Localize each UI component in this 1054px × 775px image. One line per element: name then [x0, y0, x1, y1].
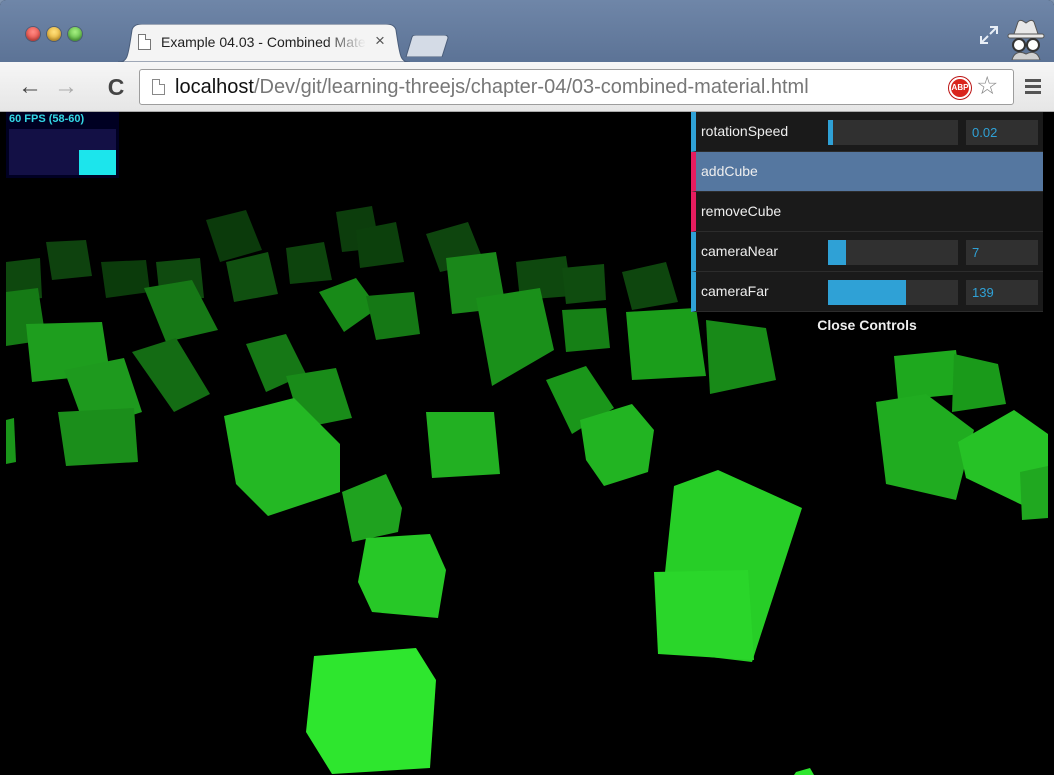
forward-arrow-icon[interactable]: → [52, 74, 80, 100]
fullscreen-icon[interactable] [978, 24, 1000, 46]
maximize-window-button[interactable] [68, 27, 82, 41]
tab-title: Example 04.03 - Combined Material [161, 34, 366, 50]
near-cubes [224, 394, 1048, 775]
rotation-speed-slider[interactable] [828, 120, 958, 145]
rotation-speed-label: rotationSpeed [701, 123, 789, 139]
tab-strip: Example 04.03 - Combined Material × [0, 0, 1054, 62]
camera-far-controller[interactable]: cameraFar 139 [691, 272, 1043, 312]
url-host: localhost [175, 76, 254, 98]
browser-window: Example 04.03 - Combined Material × ← → … [0, 0, 1054, 775]
close-window-button[interactable] [26, 27, 40, 41]
incognito-icon [1007, 19, 1045, 60]
close-controls-button[interactable]: Close Controls [691, 312, 1043, 339]
rotation-speed-fill [828, 120, 834, 145]
url-path: /Dev/git/learning-threejs/chapter-04/03-… [253, 76, 809, 98]
address-bar[interactable]: localhost/Dev/git/learning-threejs/chapt… [139, 69, 1014, 105]
camera-far-input[interactable]: 139 [966, 280, 1038, 305]
rotation-speed-controller[interactable]: rotationSpeed 0.02 [691, 112, 1043, 152]
camera-near-controller[interactable]: cameraNear 7 [691, 232, 1043, 272]
camera-near-fill [828, 240, 847, 265]
back-arrow-icon[interactable]: ← [16, 74, 44, 100]
minimize-window-button[interactable] [47, 27, 61, 41]
page-icon [138, 34, 151, 50]
url-text[interactable]: localhost/Dev/git/learning-threejs/chapt… [175, 76, 809, 99]
adblock-icon[interactable]: ABP [949, 77, 971, 99]
remove-cube-button[interactable]: removeCube [691, 192, 1043, 232]
browser-toolbar: ← → C localhost/Dev/git/learning-threejs… [0, 62, 1054, 112]
dat-gui-panel: rotationSpeed 0.02 addCube removeCube ca… [691, 112, 1043, 339]
camera-near-input[interactable]: 7 [966, 240, 1038, 265]
menu-icon[interactable] [1025, 79, 1041, 95]
star-icon[interactable]: ☆ [976, 73, 998, 99]
camera-near-label: cameraNear [701, 243, 779, 259]
camera-near-slider[interactable] [828, 240, 958, 265]
reload-icon[interactable]: C [102, 74, 130, 100]
fps-text: 60 FPS (58-60) [9, 113, 85, 125]
add-cube-button[interactable]: addCube [691, 152, 1043, 192]
camera-far-fill [828, 280, 906, 305]
new-tab-button[interactable] [404, 35, 452, 57]
tab-close-button[interactable]: × [372, 31, 388, 51]
camera-far-label: cameraFar [701, 283, 769, 299]
webgl-viewport[interactable]: 60 FPS (58-60) rotationSpeed 0.02 addCub… [6, 112, 1048, 775]
remove-cube-label: removeCube [701, 203, 782, 219]
rotation-speed-input[interactable]: 0.02 [966, 120, 1038, 145]
fps-graph-bar [79, 149, 116, 175]
camera-far-slider[interactable] [828, 280, 958, 305]
fps-graph [9, 129, 116, 175]
page-icon [152, 79, 165, 95]
fps-stats-panel[interactable]: 60 FPS (58-60) [6, 112, 119, 178]
add-cube-label: addCube [701, 163, 758, 179]
